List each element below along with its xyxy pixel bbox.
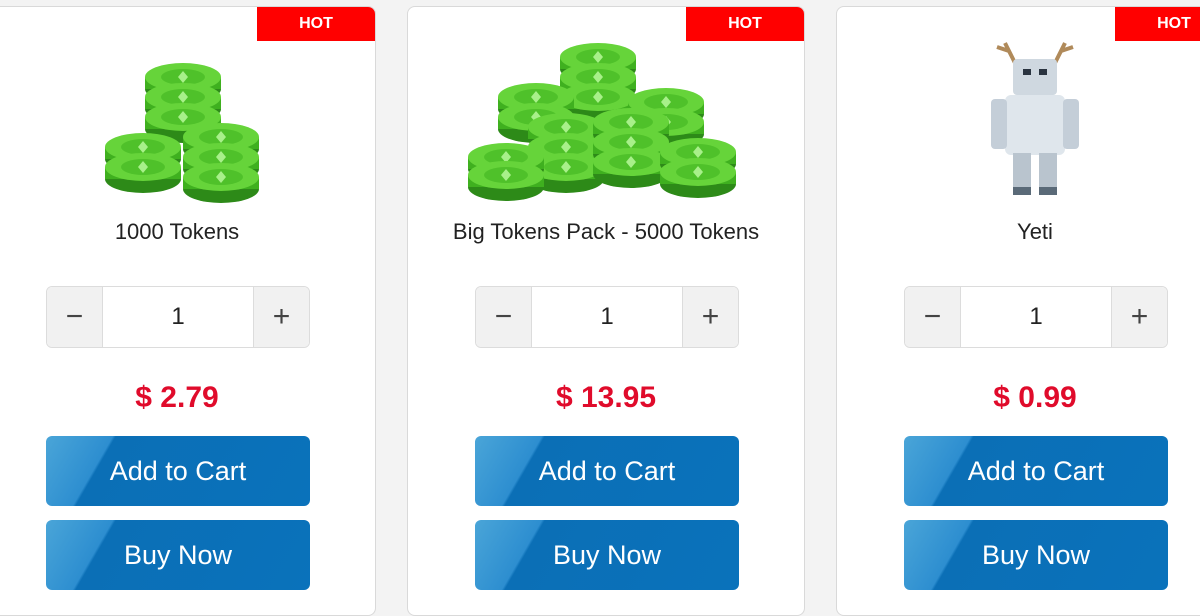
quantity-input[interactable]: 1 (532, 287, 682, 347)
product-name: Yeti (1017, 219, 1053, 244)
increase-quantity-button[interactable]: + (682, 287, 738, 347)
buy-now-button[interactable]: Buy Now (46, 520, 310, 590)
product-price: $ 0.99 (993, 381, 1077, 414)
quantity-input[interactable]: 1 (961, 287, 1111, 347)
decrease-quantity-button[interactable]: − (476, 287, 532, 347)
decrease-quantity-button[interactable]: − (47, 287, 103, 347)
product-name: 1000 Tokens (114, 219, 240, 244)
product-card: HOT 1000 Tokens − 1 + $ 2.79 Add to Cart… (0, 6, 376, 616)
product-price: $ 2.79 (135, 381, 219, 414)
increase-quantity-button[interactable]: + (1111, 287, 1167, 347)
quantity-input[interactable]: 1 (103, 287, 253, 347)
quantity-stepper: − 1 + (475, 286, 739, 348)
add-to-cart-button[interactable]: Add to Cart (904, 436, 1168, 506)
add-to-cart-button[interactable]: Add to Cart (475, 436, 739, 506)
buy-now-button[interactable]: Buy Now (904, 520, 1168, 590)
product-price: $ 13.95 (555, 381, 657, 414)
product-name: Big Tokens Pack - 5000 Tokens (452, 219, 760, 244)
buy-now-button[interactable]: Buy Now (475, 520, 739, 590)
product-card: HOT Yeti − 1 + $ 0.99 Add to Cart Buy No… (836, 6, 1200, 616)
tokens-large-icon (408, 33, 804, 203)
add-to-cart-button[interactable]: Add to Cart (46, 436, 310, 506)
product-card: HOT Big Tokens Pack - 5000 Tokens − 1 + … (407, 6, 805, 616)
decrease-quantity-button[interactable]: − (905, 287, 961, 347)
increase-quantity-button[interactable]: + (253, 287, 309, 347)
yeti-icon (837, 33, 1200, 203)
quantity-stepper: − 1 + (46, 286, 310, 348)
tokens-small-icon (0, 33, 375, 203)
quantity-stepper: − 1 + (904, 286, 1168, 348)
